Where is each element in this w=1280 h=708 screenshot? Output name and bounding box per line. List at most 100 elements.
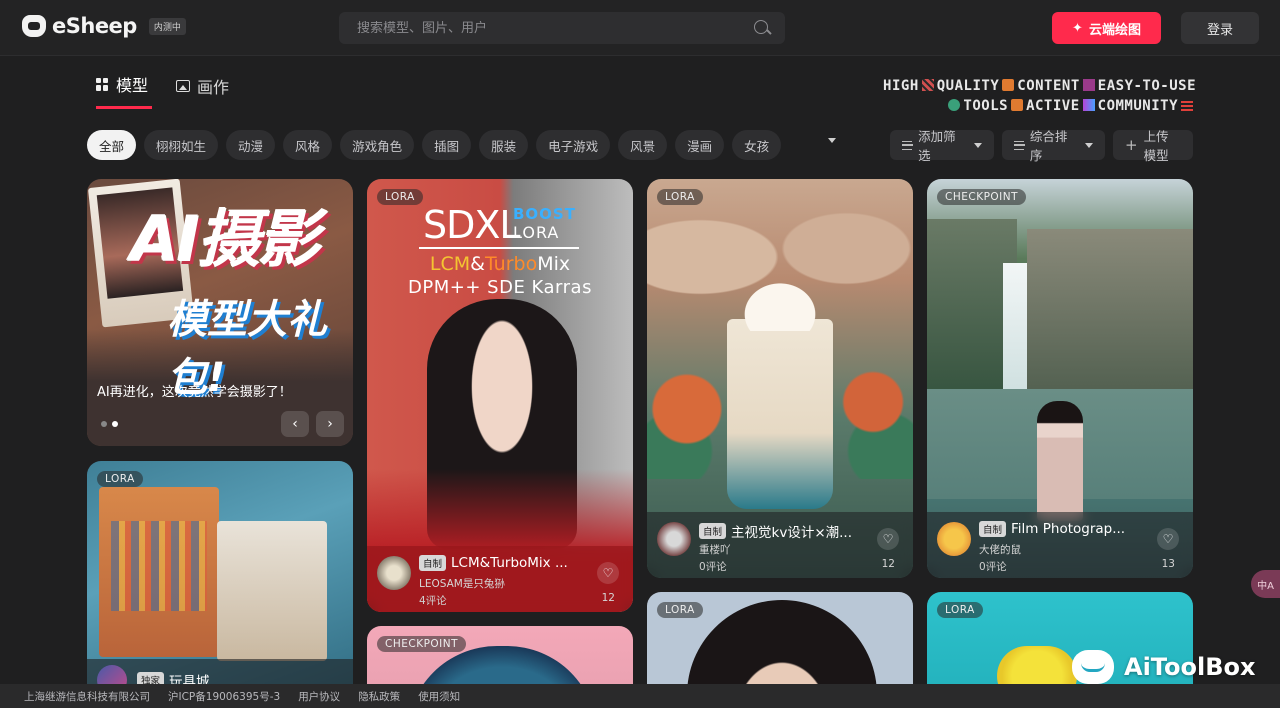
brand-logo[interactable]: eSheep 内测中	[22, 14, 186, 38]
search-input[interactable]	[357, 20, 753, 36]
privacy-link[interactable]: 隐私政策	[358, 689, 400, 704]
chip-landscape[interactable]: 风景	[618, 130, 668, 160]
avatar[interactable]	[937, 522, 971, 556]
avatar[interactable]	[657, 522, 691, 556]
carousel-dot[interactable]	[101, 421, 107, 427]
chevron-right-icon: ›	[327, 416, 333, 432]
cream-image	[735, 275, 825, 331]
filter-icon	[902, 140, 914, 150]
promo-banner[interactable]: AI摄影 模型大礼包! AI再进化，这次竟然学会摄影了！ ‹ ›	[87, 179, 353, 446]
chip-clothing[interactable]: 服装	[479, 130, 529, 160]
caret-down-icon	[974, 142, 982, 148]
avatar[interactable]	[377, 556, 411, 590]
chip-style[interactable]: 风格	[283, 130, 333, 160]
card-comments: 0评论	[979, 561, 1007, 573]
tab-models-label: 模型	[116, 76, 149, 95]
model-card[interactable]: LORA 独家 玩具城	[87, 461, 353, 701]
robot-logo-icon	[1072, 650, 1114, 684]
login-button[interactable]: 登录	[1181, 12, 1259, 44]
chip-lifelike[interactable]: 栩栩如生	[144, 130, 219, 160]
model-type-tag: LORA	[937, 602, 983, 618]
category-chips: 全部 栩栩如生 动漫 风格 游戏角色 插图 服装 电子游戏 风景 漫画 女孩	[87, 130, 782, 160]
card-title[interactable]: LCM&TurboMix ...	[451, 555, 568, 571]
slogan-word: HIGH	[883, 78, 919, 94]
card-title[interactable]: Film Photograp...	[1011, 521, 1125, 537]
carousel-prev-button[interactable]: ‹	[281, 411, 309, 437]
slogan-word: ACTIVE	[1026, 98, 1080, 114]
chip-anime[interactable]: 动漫	[226, 130, 276, 160]
like-button[interactable]: ♡	[597, 562, 619, 584]
card-footer: 自制 Film Photograp... 大佬的鼠 0评论 ♡ 13	[927, 512, 1193, 578]
original-badge: 自制	[699, 523, 727, 539]
card-author[interactable]: LEOSAM是只兔狲	[419, 576, 505, 591]
beta-badge: 内测中	[148, 17, 186, 35]
poster-title: SDXL	[423, 203, 521, 247]
card-title-row: 自制 主视觉kv设计×潮...	[699, 521, 852, 541]
icp-link[interactable]: 沪ICP备19006395号-3	[168, 689, 280, 704]
add-filter-button[interactable]: 添加筛选	[890, 129, 994, 163]
model-card[interactable]: LORA SDXL BOOST LORA LCM&TurboMix DPM++ …	[367, 179, 633, 612]
usage-notes-link[interactable]: 使用须知	[418, 689, 460, 704]
upload-model-label: 上传模型	[1143, 129, 1169, 163]
grid-icon	[96, 77, 109, 91]
sort-icon	[1014, 140, 1025, 150]
model-card[interactable]: LORA 自制 主视觉kv设计×潮... 重楼吖 0评论 ♡ 12	[647, 179, 913, 578]
waterfall-image	[1003, 263, 1027, 393]
model-card[interactable]: CHECKPOINT 自制 Film Photograp... 大佬的鼠 0评论…	[927, 179, 1193, 578]
carousel-next-button[interactable]: ›	[316, 411, 344, 437]
model-type-tag: LORA	[377, 189, 423, 205]
model-type-tag: LORA	[657, 602, 703, 618]
translate-button[interactable]: 中A	[1251, 570, 1280, 598]
magic-wand-icon: ✦	[1072, 20, 1083, 36]
slogan-word: TOOLS	[963, 98, 1009, 114]
watermark-text: AiToolBox	[1124, 653, 1256, 681]
chip-all[interactable]: 全部	[87, 130, 137, 160]
tab-models[interactable]: 模型	[96, 72, 152, 109]
shelves-detail	[111, 521, 207, 611]
carousel-dot-active[interactable]	[112, 421, 118, 427]
sort-label: 综合排序	[1029, 129, 1068, 163]
cloud-draw-label: 云端绘图	[1088, 22, 1141, 38]
original-badge: 自制	[419, 555, 447, 571]
top-bar: eSheep 内测中 ✦ 云端绘图 登录	[0, 0, 1280, 56]
pixel-crown-icon	[1082, 79, 1095, 91]
banner-caption: AI再进化，这次竟然学会摄影了！	[97, 385, 292, 400]
card-footer: 自制 LCM&TurboMix ... LEOSAM是只兔狲 4评论 ♡ 12	[367, 546, 633, 612]
card-title[interactable]: 主视觉kv设计×潮...	[731, 521, 852, 541]
cloud-draw-button[interactable]: ✦ 云端绘图	[1052, 12, 1161, 44]
image-icon	[176, 79, 190, 92]
brand-name: eSheep	[52, 14, 137, 38]
company-name: 上海继游信息科技有限公司	[24, 690, 150, 703]
caret-down-icon	[1085, 142, 1093, 148]
sort-button[interactable]: 综合排序	[1002, 129, 1105, 163]
pixel-gradient-icon	[1082, 99, 1095, 111]
card-author[interactable]: 大佬的鼠	[979, 542, 1021, 557]
like-button[interactable]: ♡	[877, 528, 899, 550]
carousel-dots	[101, 421, 118, 427]
heart-icon: ♡	[882, 532, 894, 546]
card-author[interactable]: 重楼吖	[699, 542, 731, 557]
chip-game-character[interactable]: 游戏角色	[340, 130, 415, 160]
search-icon[interactable]	[753, 19, 771, 37]
chevron-down-icon[interactable]	[828, 138, 836, 143]
chip-comic[interactable]: 漫画	[675, 130, 725, 160]
like-button[interactable]: ♡	[1157, 528, 1179, 550]
upload-model-button[interactable]: + 上传模型	[1113, 129, 1193, 163]
poster-divider	[419, 247, 579, 249]
slogan-word: EASY-TO-USE	[1097, 78, 1196, 94]
poster-lora: LORA	[513, 223, 560, 242]
chip-illustration[interactable]: 插图	[422, 130, 472, 160]
card-title-row: 自制 Film Photograp...	[979, 521, 1125, 537]
content-tabs: 模型 画作	[96, 72, 229, 109]
terms-link[interactable]: 用户协议	[298, 689, 340, 704]
slogan-word: CONTENT	[1017, 78, 1080, 94]
chip-girl[interactable]: 女孩	[732, 130, 782, 160]
cup-image	[727, 319, 833, 509]
card-title-row: 自制 LCM&TurboMix ...	[419, 555, 568, 571]
tab-artworks[interactable]: 画作	[176, 72, 229, 109]
poster-sampler: DPM++ SDE Karras	[408, 277, 592, 298]
sheep-logo-icon	[22, 15, 46, 37]
chip-video-game[interactable]: 电子游戏	[536, 130, 611, 160]
like-count: 12	[601, 592, 615, 604]
model-type-tag: CHECKPOINT	[377, 636, 467, 652]
